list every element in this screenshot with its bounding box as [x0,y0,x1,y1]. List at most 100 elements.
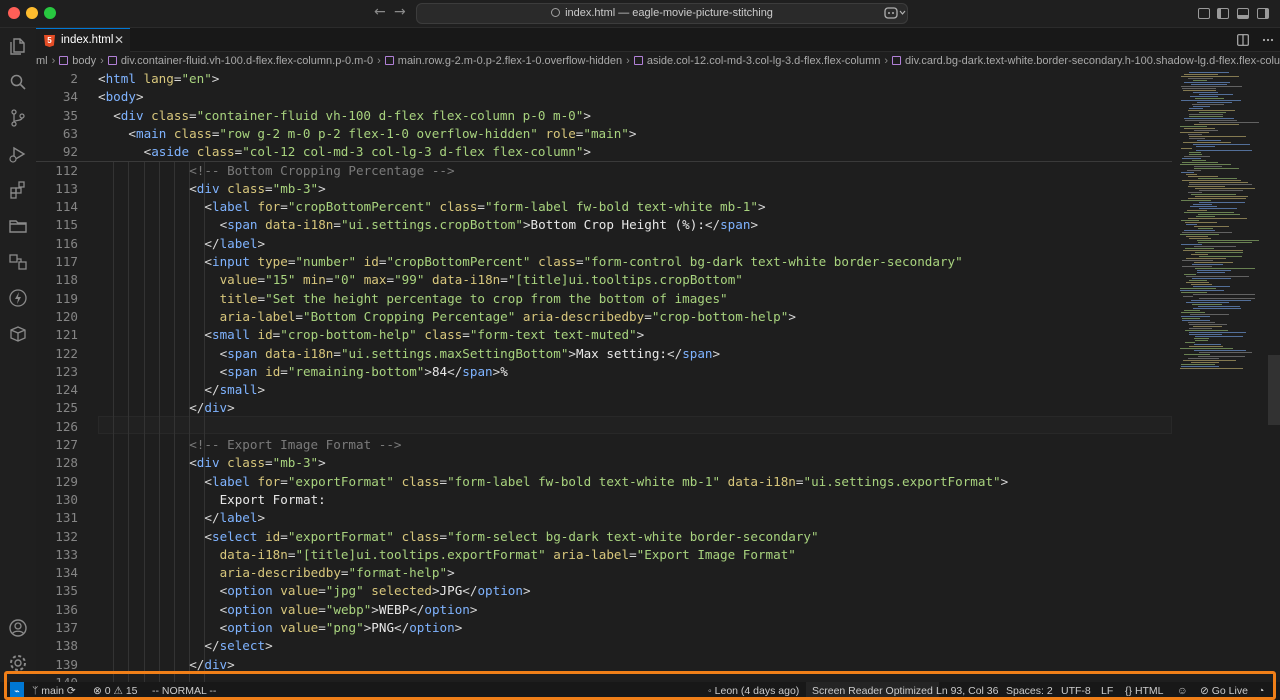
code-line[interactable]: 113 <div class="mb-3"> [36,180,1172,198]
code-line[interactable]: 132 <select id="exportFormat" class="form… [36,528,1172,546]
explorer-icon[interactable] [8,36,28,56]
code-line[interactable]: 112 <!-- Bottom Cropping Percentage --> [36,162,1172,180]
encoding[interactable]: UTF-8 [1061,682,1091,700]
code-line[interactable]: 115 <span data-i18n="ui.settings.cropBott… [36,216,1172,234]
copilot-status-icon[interactable]: ☺ [1177,682,1188,700]
code-line[interactable]: 127 <!-- Export Image Format --> [36,436,1172,454]
code-line[interactable]: 63 <main class="row g-2 m-0 p-2 flex-1-0 … [36,125,1172,143]
minimap[interactable] [1172,70,1280,682]
end-of-line[interactable]: LF [1101,682,1113,700]
language-mode[interactable]: {} HTML [1125,682,1164,700]
package-icon[interactable] [8,324,28,344]
code-line[interactable]: 114 <label for="cropBottomPercent" class=… [36,198,1172,216]
code-line[interactable]: 125 </div> [36,399,1172,417]
code-token: value [272,620,319,635]
code-line[interactable]: 138 </select> [36,637,1172,655]
toggle-secondary-sidebar-icon[interactable] [1257,8,1269,19]
code-token: > [522,583,531,599]
breadcrumb: ml › body › div.container-fluid.vh-100.d-fle… [36,52,1280,70]
branch-status[interactable]: ᛘ main ⟳ [32,682,76,700]
code-line[interactable]: 128 <div class="mb-3"> [36,454,1172,472]
close-window-button[interactable] [8,7,20,19]
breadcrumb-item[interactable]: main.row.g-2.m-0.p-2.flex-1-0.overflow-h… [384,52,622,70]
breadcrumb-item[interactable]: ml [36,52,48,70]
code-line[interactable]: 134 aria-describedby="format-help"> [36,564,1172,582]
source-control-icon[interactable] [8,108,28,128]
arrow-right-icon[interactable]: → [394,4,406,20]
toggle-panel-icon[interactable] [1237,8,1249,19]
code-line[interactable]: 92 <aside class="col-12 col-md-3 col-lg-3… [36,143,1172,161]
git-blame[interactable]: ◦ Leon (4 days ago) [708,682,799,700]
minimap-line [1186,276,1249,277]
command-center[interactable]: index.html — eagle-movie-picture-stitchi… [416,3,908,24]
code-line[interactable]: 136 <option value="webp">WEBP</option> [36,601,1172,619]
code-editor[interactable]: 2 <html lang="en"> 34 <body> 35 <div class="c… [36,70,1172,682]
remote-indicator-icon[interactable]: ⌁ [10,682,24,700]
problems-status[interactable]: ⊗ 0 ⚠ 15 [93,682,138,700]
maximize-window-button[interactable] [44,7,56,19]
code-line[interactable]: 122 <span data-i18n="ui.settings.maxSetti… [36,345,1172,363]
account-icon[interactable] [8,618,28,638]
title-bar: ← → index.html — eagle-movie-picture-sti… [0,0,1280,28]
code-line[interactable]: 35 <div class="container-fluid vh-100 d-f… [36,107,1172,125]
minimap-line [1189,108,1203,109]
code-line[interactable]: 139 </div> [36,656,1172,674]
code-line[interactable]: 118 value="15" min="0" max="99" data-i18n… [36,271,1172,289]
breadcrumb-item[interactable]: aside.col-12.col-md-3.col-lg-3.d-flex.fl… [633,52,881,70]
code-line[interactable]: 131 </label> [36,509,1172,527]
run-debug-icon[interactable] [8,144,28,164]
code-line[interactable]: 34 <body> [36,88,1172,106]
breadcrumb-label: aside.col-12.col-md-3.col-lg-3.d-flex.fl… [646,55,881,67]
code-line[interactable]: 130 Export Format: [36,491,1172,509]
code-line[interactable]: 116 </label> [36,235,1172,253]
screen-reader-status[interactable]: Screen Reader Optimized [806,682,939,700]
tab-index-html[interactable]: 5 index.html ✕ [36,28,130,52]
code-line[interactable]: 120 aria-label="Bottom Cropping Percentag… [36,308,1172,326]
code-line[interactable]: 133 data-i18n = "[title]ui.tooltips.exportF… [36,546,1172,564]
code-line[interactable]: 137 <option value="png">PNG</option> [36,619,1172,637]
lightning-icon[interactable] [8,288,28,308]
code-line[interactable]: 129 <label for="exportFormat" class="form… [36,473,1172,491]
toggle-primary-sidebar-icon[interactable] [1217,8,1229,19]
code-token: </ [189,656,205,672]
code-line[interactable]: 140 [36,674,1172,682]
breadcrumb-item[interactable]: body [59,52,96,70]
more-actions-icon[interactable] [1262,34,1274,46]
search-icon[interactable] [8,72,28,92]
code-token: = [280,528,288,544]
folder-icon[interactable] [8,216,28,236]
code-line[interactable]: 117 <input type="number" id="cropBottomPe… [36,253,1172,271]
breadcrumb-item[interactable]: div.card.bg-dark.text-white.border-secon… [892,52,1280,70]
minimap-line [1186,282,1209,283]
minimap-line [1189,346,1223,347]
minimap-line [1194,246,1236,247]
split-editor-icon[interactable] [1237,34,1249,46]
code-token: </ [204,382,220,398]
code-token: option [477,583,523,599]
scrollbar-slider[interactable] [1268,355,1280,425]
cursor-position[interactable]: Ln 93, Col 36 [936,682,998,700]
code-line[interactable]: 2 <html lang="en"> [36,70,1172,88]
minimap-line [1188,198,1246,199]
code-line[interactable]: 119 title="Set the height percentage to c… [36,290,1172,308]
copilot-icon[interactable] [884,6,906,20]
line-number: 123 [55,363,78,379]
code-token: body [105,89,136,105]
remote-explorer-icon[interactable] [8,252,28,272]
breadcrumb-item[interactable]: div.container-fluid.vh-100.d-flex.flex-c… [107,52,373,70]
code-line[interactable]: 124 </small> [36,381,1172,399]
code-line[interactable]: 135 <option value="jpg" selected>JPG</opt… [36,582,1172,600]
code-line[interactable]: 121 <small id="crop-bottom-help" class="f… [36,326,1172,344]
code-line[interactable]: 126 [36,418,1172,436]
manage-gear-icon[interactable] [8,653,28,673]
indentation[interactable]: Spaces: 2 [1006,682,1053,700]
customize-layout-icon[interactable] [1198,8,1210,19]
code-token: "form-control bg-dark text-white border-… [583,254,963,269]
arrow-left-icon[interactable]: ← [374,4,386,20]
close-icon[interactable]: ✕ [114,29,124,52]
notifications-bell-icon[interactable]: ◔ [1258,682,1264,700]
extensions-icon[interactable] [8,180,28,200]
minimize-window-button[interactable] [26,7,38,19]
code-line[interactable]: 123 <span id="remaining-bottom">84</span>… [36,363,1172,381]
go-live-button[interactable]: ⊘ Go Live [1200,682,1248,700]
